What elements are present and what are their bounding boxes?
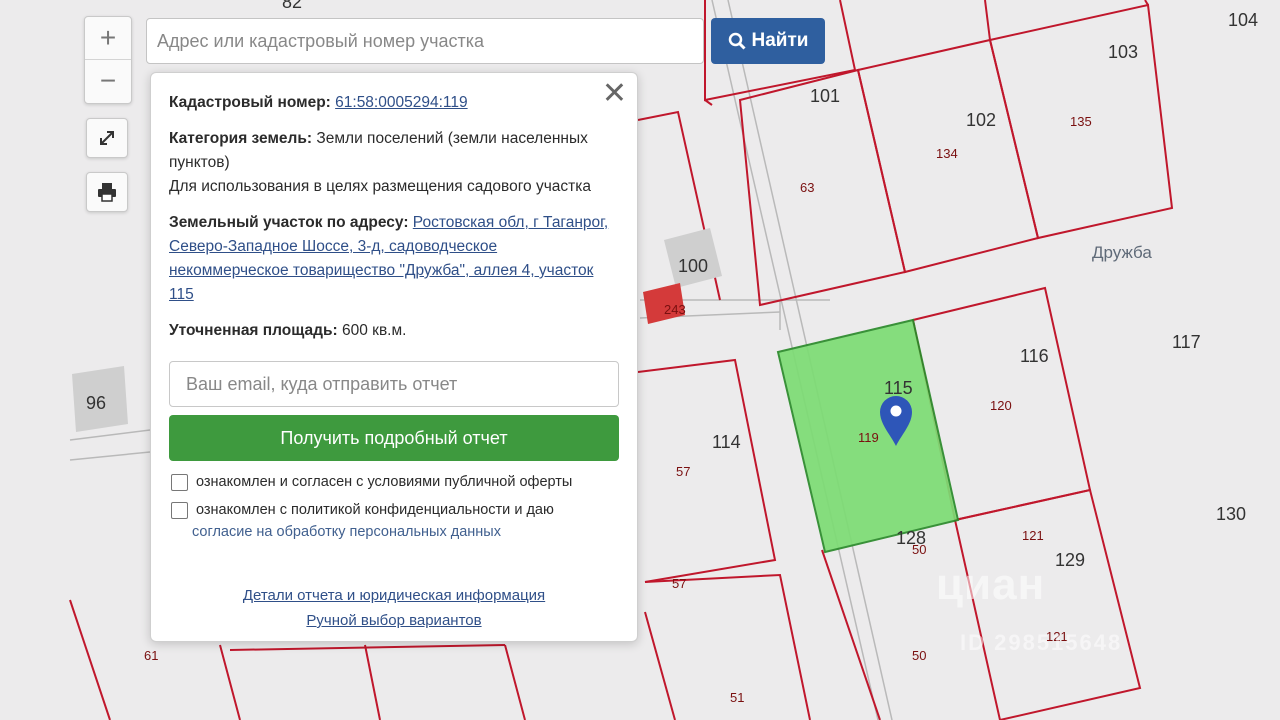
parcel-info-popup: ✕ Кадастровый номер: 61:58:0005294:119 К… [150, 72, 638, 642]
parcel-label: 115 [884, 378, 913, 398]
zoom-control: + − [84, 16, 132, 104]
land-category-label: Категория земель: [169, 130, 313, 147]
consent-offer-checkbox[interactable] [171, 474, 188, 491]
parcel-label: 82 [282, 0, 302, 12]
parcel-label: 114 [712, 432, 741, 452]
get-report-button[interactable]: Получить подробный отчет [169, 415, 619, 461]
parcel-label: 101 [810, 86, 840, 106]
search-placeholder: Адрес или кадастровый номер участка [157, 30, 485, 51]
parcel-number-label: 119 [858, 430, 879, 445]
parcel-number-label: 50 [912, 542, 926, 557]
email-input[interactable]: Ваш email, куда отправить отчет [169, 361, 619, 407]
parcel-number-label: 57 [672, 576, 686, 591]
consent-offer-text: ознакомлен и согласен с условиями публич… [196, 474, 573, 490]
parcel-label: 129 [1055, 550, 1085, 570]
parcel-label: 117 [1172, 332, 1201, 352]
parcel-number-label: 135 [1070, 114, 1092, 129]
parcel-label: 103 [1108, 42, 1138, 62]
email-placeholder: Ваш email, куда отправить отчет [186, 374, 458, 394]
watermark-brand: циан [936, 560, 1046, 609]
search-input[interactable]: Адрес или кадастровый номер участка [146, 18, 704, 64]
consent-privacy-text: ознакомлен с политикой конфиденциальност… [196, 502, 554, 518]
consent-privacy-row: ознакомлен с политикой конфиденциальност… [169, 499, 619, 521]
land-category-row: Категория земель: Земли поселений (земли… [169, 127, 619, 199]
search-button-label: Найти [751, 30, 809, 51]
parcel-label: 102 [966, 110, 996, 130]
parcel-number-label: 61 [144, 648, 158, 663]
parcel-number-label: 51 [730, 690, 744, 705]
parcel-number-label: 63 [800, 180, 814, 195]
consent-privacy-checkbox[interactable] [171, 502, 188, 519]
report-details-link[interactable]: Детали отчета и юридическая информация [243, 583, 545, 608]
parcel-label: 116 [1020, 346, 1049, 366]
parcel-number-label: 134 [936, 146, 958, 161]
printer-icon [98, 183, 116, 202]
address-label: Земельный участок по адресу: [169, 214, 409, 231]
area-label: Уточненная площадь: [169, 322, 338, 339]
parcel-number-label: 121 [1022, 528, 1044, 543]
parcel-label: 130 [1216, 504, 1246, 524]
parcel-label: 96 [86, 393, 106, 413]
parcel-number-label: 57 [676, 464, 690, 479]
cadastral-number-label: Кадастровый номер: [169, 94, 331, 111]
popup-links: Детали отчета и юридическая информация Р… [169, 583, 619, 633]
cadastral-number-link[interactable]: 61:58:0005294:119 [335, 94, 467, 111]
consent-offer-row: ознакомлен и согласен с условиями публич… [169, 471, 619, 493]
land-usage-value: Для использования в целях размещения сад… [169, 178, 591, 195]
fullscreen-button[interactable] [86, 118, 128, 158]
parcel-number-label: 120 [990, 398, 1012, 413]
street-label: Дружба [1092, 243, 1152, 262]
watermark-id: ID 298515648 [960, 630, 1123, 655]
zoom-out-button[interactable]: − [85, 59, 131, 102]
fullscreen-icon [100, 131, 114, 145]
area-row: Уточненная площадь: 600 кв.м. [169, 319, 619, 343]
parcel-label: 104 [1228, 10, 1258, 30]
parcel-number-label: 243 [664, 302, 686, 317]
cadastral-number-row: Кадастровый номер: 61:58:0005294:119 [169, 91, 619, 115]
search-icon [728, 32, 746, 50]
print-button[interactable] [86, 172, 128, 212]
consent-privacy-text-2: согласие на обработку персональных данны… [192, 524, 501, 540]
consent-privacy-row-2: согласие на обработку персональных данны… [169, 521, 619, 543]
manual-selection-link[interactable]: Ручной выбор вариантов [306, 608, 481, 633]
parcel-label: 100 [678, 256, 708, 276]
area-value: 600 кв.м. [342, 322, 407, 339]
search-button[interactable]: Найти [711, 18, 825, 64]
close-icon[interactable]: ✕ [602, 79, 627, 109]
parcel-number-label: 50 [912, 648, 926, 663]
address-row: Земельный участок по адресу: Ростовская … [169, 211, 619, 307]
zoom-in-button[interactable]: + [85, 17, 131, 59]
